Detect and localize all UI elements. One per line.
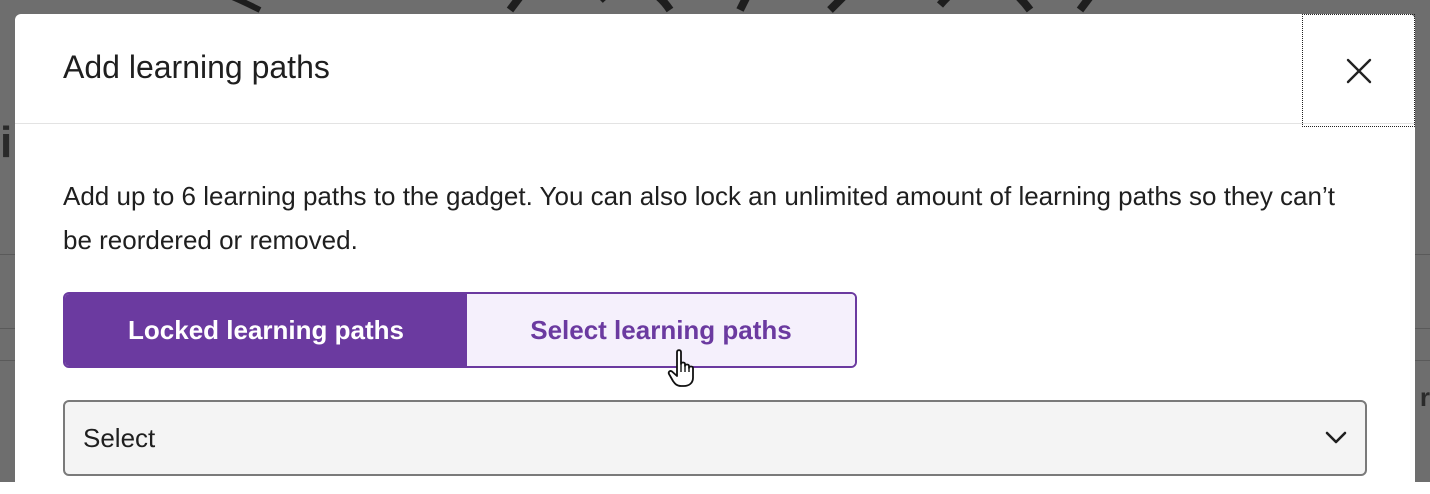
dialog-description: Add up to 6 learning paths to the gadget… (63, 181, 1335, 255)
add-learning-paths-dialog: Add learning paths Add up to 6 learning … (15, 14, 1415, 494)
dialog-title: Add learning paths (63, 49, 330, 85)
close-icon (1346, 58, 1371, 83)
close-button[interactable] (1302, 14, 1415, 127)
tab-locked-learning-paths[interactable]: Locked learning paths (65, 294, 467, 366)
dialog-header: Add learning paths (15, 14, 1415, 127)
chevron-down-icon (1325, 431, 1347, 444)
background-text-fragment: r (1419, 382, 1430, 412)
learning-paths-tab-group: Locked learning paths Select learning pa… (63, 292, 857, 368)
tab-select-learning-paths[interactable]: Select learning paths (467, 294, 855, 366)
learning-path-select[interactable]: Select (63, 400, 1367, 476)
background-text-fragment: i (0, 118, 13, 167)
select-value: Select (83, 422, 156, 453)
